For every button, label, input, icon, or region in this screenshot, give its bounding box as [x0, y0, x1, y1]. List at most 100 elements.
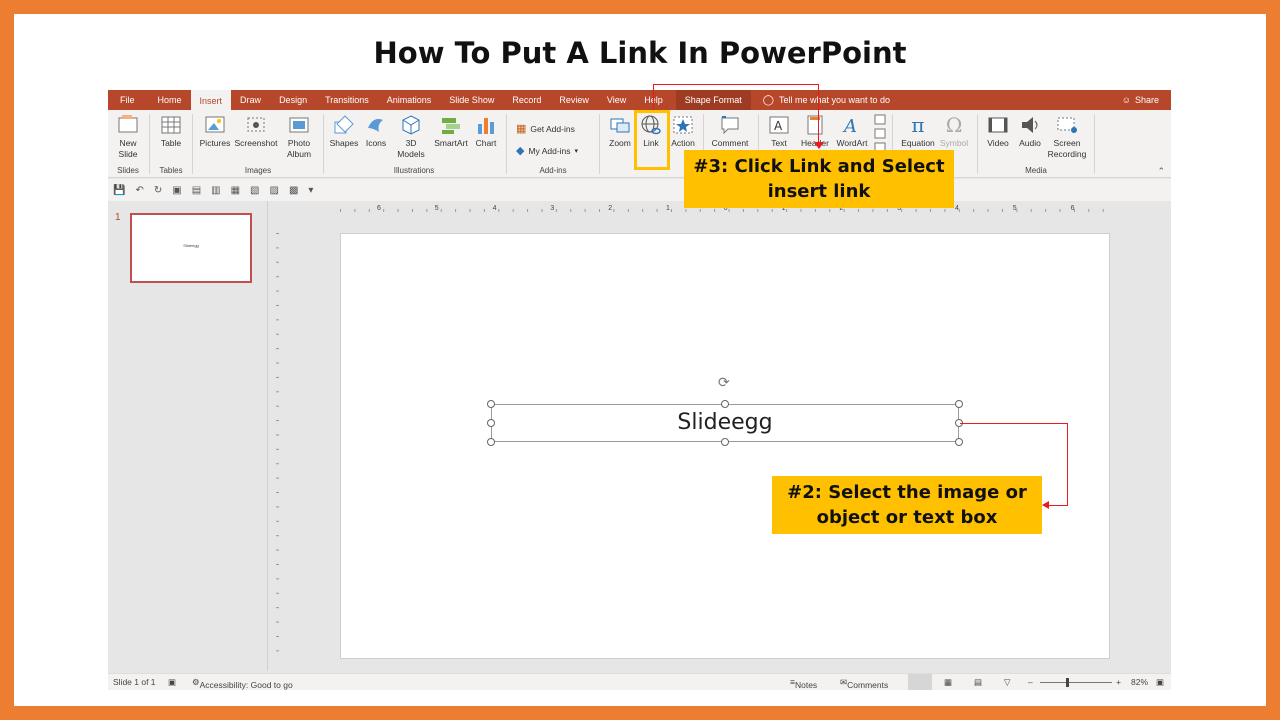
tab-design[interactable]: Design: [270, 90, 316, 110]
video-button[interactable]: Video: [984, 114, 1012, 149]
resize-handle[interactable]: [487, 419, 495, 427]
screenshot-button[interactable]: Screenshot: [234, 114, 278, 149]
tab-shape-format[interactable]: Shape Format: [675, 90, 751, 110]
wordart-button[interactable]: A WordArt: [834, 114, 870, 149]
equation-button[interactable]: π Equation: [898, 114, 938, 149]
group-label-addins: Add-ins: [539, 166, 567, 175]
align-center-icon[interactable]: ▥: [211, 185, 220, 196]
fit-slide-icon[interactable]: ▣: [1156, 677, 1164, 688]
zoom-out-icon[interactable]: –: [1028, 677, 1033, 687]
ribbon-separator: [506, 114, 507, 174]
cube-icon: [402, 115, 420, 135]
zoom-slider-thumb[interactable]: [1066, 678, 1069, 687]
present-icon[interactable]: ▣: [172, 185, 181, 196]
action-button[interactable]: Action: [668, 114, 698, 149]
vertical-ruler: [272, 233, 282, 657]
header-footer-icon: [807, 115, 823, 135]
annotation-line: [1048, 505, 1068, 506]
align-icon[interactable]: ▤: [192, 185, 201, 196]
zoom-slider[interactable]: [1040, 682, 1112, 683]
comment-button[interactable]: Comment: [708, 114, 752, 149]
resize-handle[interactable]: [487, 400, 495, 408]
new-slide-label: New: [119, 138, 137, 148]
resize-handle[interactable]: [721, 400, 729, 408]
save-icon[interactable]: 💾: [113, 185, 125, 196]
slide-thumbnail[interactable]: Slideegg: [130, 213, 252, 283]
icons-button[interactable]: Icons: [363, 114, 389, 149]
undo-icon[interactable]: ↶: [135, 185, 143, 196]
ungroup-icon[interactable]: ▩: [289, 185, 298, 196]
resize-handle[interactable]: [721, 438, 729, 446]
get-addins-button[interactable]: ▦ Get Add-ins: [516, 122, 575, 135]
tab-draw[interactable]: Draw: [231, 90, 270, 110]
icons-icon: [368, 119, 383, 132]
tab-slide-show[interactable]: Slide Show: [440, 90, 503, 110]
collapse-ribbon-icon[interactable]: ⌃: [1157, 166, 1165, 177]
table-icon: [161, 116, 181, 134]
accessibility-status[interactable]: ⚙ Accessibility: Good to go: [192, 677, 293, 690]
share-button[interactable]: ☺ Share: [1122, 90, 1159, 110]
audio-button[interactable]: Audio: [1016, 114, 1044, 149]
ribbon-separator: [149, 114, 150, 174]
group-label-images: Images: [244, 166, 272, 175]
wordart-label: WordArt: [836, 138, 868, 148]
svg-text:A: A: [842, 116, 857, 136]
slideshow-view-icon[interactable]: ▽: [1004, 677, 1011, 688]
ruler-number: 6: [1070, 205, 1075, 212]
chart-label: Chart: [475, 138, 497, 148]
tab-file[interactable]: File: [108, 90, 149, 110]
group-icon[interactable]: ▨: [270, 185, 279, 196]
redo-icon[interactable]: ↻: [154, 185, 162, 196]
video-label: Video: [987, 138, 1009, 148]
align-right-icon[interactable]: ▦: [231, 185, 240, 196]
notes-button[interactable]: ≡ Notes: [790, 677, 817, 690]
rotate-handle-icon[interactable]: ⟳: [718, 374, 730, 391]
pictures-label: Pictures: [199, 138, 231, 148]
tell-me-search[interactable]: ◯ Tell me what you want to do: [763, 95, 890, 106]
ruler-number: 2: [608, 205, 613, 212]
store-icon: ▦: [516, 123, 527, 135]
zoom-button[interactable]: Zoom: [606, 114, 634, 149]
tab-review[interactable]: Review: [550, 90, 598, 110]
chart-button[interactable]: Chart: [473, 114, 499, 149]
text-box-button[interactable]: A Text: [764, 114, 794, 149]
symbol-button[interactable]: Ω Symbol: [938, 114, 970, 149]
spellcheck-icon[interactable]: ▣: [168, 677, 176, 688]
comments-button[interactable]: ✉ Comments: [840, 677, 888, 690]
resize-handle[interactable]: [487, 438, 495, 446]
resize-handle[interactable]: [955, 400, 963, 408]
selected-text-box[interactable]: Slideegg: [491, 404, 959, 442]
more-icon[interactable]: ▾: [308, 185, 313, 196]
normal-view-button[interactable]: [908, 674, 932, 690]
tab-animations[interactable]: Animations: [378, 90, 441, 110]
shapes-button[interactable]: Shapes: [329, 114, 359, 149]
distribute-icon[interactable]: ▧: [250, 185, 259, 196]
screenshot-label: Screenshot: [234, 138, 278, 148]
tab-home[interactable]: Home: [149, 90, 191, 110]
screen-recording-icon: [1057, 117, 1077, 133]
my-addins-button[interactable]: ◆ My Add-ins ▾: [516, 144, 578, 157]
tab-record[interactable]: Record: [503, 90, 550, 110]
new-slide-button[interactable]: New Slide: [113, 114, 143, 160]
slide-canvas[interactable]: ⟳ Slideegg: [340, 233, 1110, 659]
tab-view[interactable]: View: [598, 90, 635, 110]
screen-recording-button[interactable]: Screen Recording: [1044, 114, 1090, 160]
smartart-button[interactable]: SmartArt: [433, 114, 469, 149]
tab-transitions[interactable]: Transitions: [316, 90, 378, 110]
tab-insert[interactable]: Insert: [190, 90, 232, 110]
reading-view-icon[interactable]: ▤: [974, 677, 982, 688]
pictures-button[interactable]: Pictures: [198, 114, 232, 149]
resize-handle[interactable]: [955, 438, 963, 446]
photo-album-button[interactable]: Photo Album: [282, 114, 316, 160]
ribbon-separator: [323, 114, 324, 174]
zoom-in-icon[interactable]: +: [1116, 677, 1121, 687]
slide-sorter-icon[interactable]: ▦: [944, 677, 952, 688]
puzzle-icon: ◆: [516, 145, 525, 157]
3d-models-button[interactable]: 3D Models: [394, 114, 428, 160]
table-button[interactable]: Table: [156, 114, 186, 149]
zoom-level[interactable]: 82%: [1131, 677, 1148, 687]
text-box-label: Text: [771, 138, 787, 148]
new-slide-label-2: Slide: [118, 149, 138, 159]
link-highlight-box: [634, 110, 670, 170]
tell-me-text: Tell me what you want to do: [778, 95, 891, 105]
